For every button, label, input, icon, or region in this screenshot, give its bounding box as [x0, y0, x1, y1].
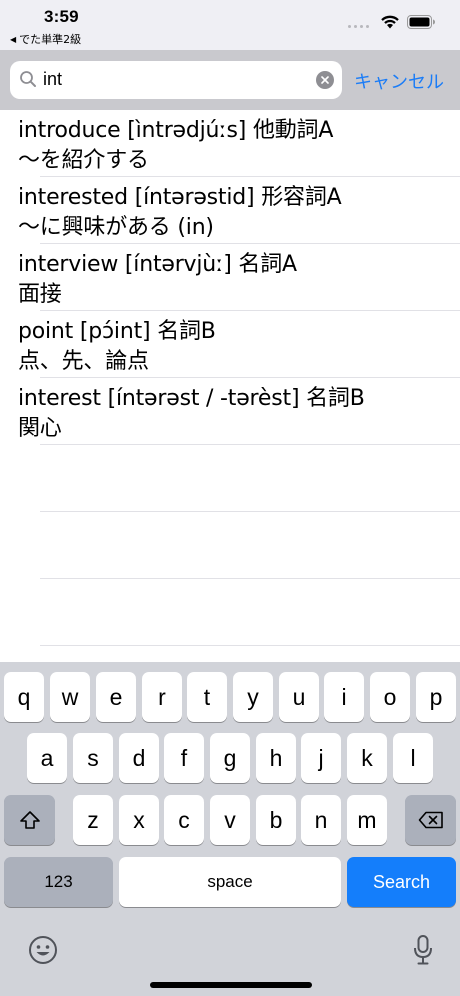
- battery-icon: [407, 14, 435, 29]
- home-indicator: [150, 982, 312, 988]
- shift-arrow-icon: [19, 811, 40, 829]
- key-m[interactable]: m: [347, 795, 387, 845]
- key-s[interactable]: s: [73, 733, 113, 783]
- result-headword: interview [íntərvjùː] 名詞A: [18, 252, 297, 277]
- key-t[interactable]: t: [187, 672, 227, 722]
- emoji-icon[interactable]: [28, 935, 58, 965]
- key-o[interactable]: o: [370, 672, 410, 722]
- result-meaning: 面接: [18, 282, 62, 307]
- numbers-key[interactable]: 123: [4, 857, 113, 907]
- results-list: introduce [ìntrədjúːs] 他動詞A ～を紹介する inter…: [0, 110, 460, 646]
- back-triangle-icon: ◀: [10, 34, 17, 44]
- key-w[interactable]: w: [50, 672, 90, 722]
- key-e[interactable]: e: [96, 672, 136, 722]
- microphone-icon[interactable]: [412, 934, 434, 966]
- empty-row: [0, 445, 460, 512]
- cellular-dots-icon: [348, 25, 369, 28]
- search-bar: int キャンセル: [0, 50, 460, 110]
- key-q[interactable]: q: [4, 672, 44, 722]
- cancel-button[interactable]: キャンセル: [354, 68, 444, 94]
- key-a[interactable]: a: [27, 733, 67, 783]
- result-row[interactable]: point [pɔ́int] 名詞B 点、先、論点: [0, 311, 460, 378]
- status-icons: [348, 14, 436, 29]
- key-n[interactable]: n: [301, 795, 341, 845]
- result-headword: point [pɔ́int] 名詞B: [18, 319, 216, 344]
- result-meaning: ～に興味がある (in): [18, 215, 214, 240]
- result-headword: interest [íntərəst / -tərèst] 名詞B: [18, 386, 365, 411]
- key-b[interactable]: b: [256, 795, 296, 845]
- result-headword: introduce [ìntrədjúːs] 他動詞A: [18, 118, 334, 143]
- shift-key[interactable]: [4, 795, 55, 845]
- search-icon: [20, 71, 36, 87]
- key-f[interactable]: f: [164, 733, 204, 783]
- key-i[interactable]: i: [324, 672, 364, 722]
- status-time: 3:59: [44, 7, 79, 26]
- status-bar: 3:59 ◀ でた単準2級: [0, 0, 460, 50]
- backspace-icon: [418, 811, 443, 829]
- clear-search-button[interactable]: [316, 71, 334, 89]
- key-l[interactable]: l: [393, 733, 433, 783]
- wifi-icon: [381, 15, 399, 29]
- key-k[interactable]: k: [347, 733, 387, 783]
- empty-row: [0, 579, 460, 646]
- clear-x-icon: [321, 76, 329, 84]
- key-c[interactable]: c: [164, 795, 204, 845]
- result-meaning: 関心: [18, 416, 62, 441]
- key-x[interactable]: x: [119, 795, 159, 845]
- back-app-label: でた単準2級: [19, 33, 82, 46]
- result-meaning: 点、先、論点: [18, 349, 149, 374]
- key-p[interactable]: p: [416, 672, 456, 722]
- key-g[interactable]: g: [210, 733, 250, 783]
- key-j[interactable]: j: [301, 733, 341, 783]
- result-row[interactable]: introduce [ìntrədjúːs] 他動詞A ～を紹介する: [0, 110, 460, 177]
- search-key[interactable]: Search: [347, 857, 456, 907]
- key-r[interactable]: r: [142, 672, 182, 722]
- result-row[interactable]: interest [íntərəst / -tərèst] 名詞B 関心: [0, 378, 460, 445]
- result-meaning: ～を紹介する: [18, 148, 149, 173]
- key-v[interactable]: v: [210, 795, 250, 845]
- search-input[interactable]: int: [10, 61, 342, 99]
- space-key[interactable]: space: [119, 857, 341, 907]
- key-u[interactable]: u: [279, 672, 319, 722]
- result-row[interactable]: interested [íntərəstid] 形容詞A ～に興味がある (in…: [0, 177, 460, 244]
- delete-key[interactable]: [405, 795, 456, 845]
- key-h[interactable]: h: [256, 733, 296, 783]
- search-input-value: int: [43, 69, 63, 89]
- key-d[interactable]: d: [119, 733, 159, 783]
- keyboard: q w e r t y u i o p a s d f g h j k l z …: [0, 662, 460, 996]
- key-z[interactable]: z: [73, 795, 113, 845]
- key-y[interactable]: y: [233, 672, 273, 722]
- empty-row: [0, 512, 460, 579]
- result-row[interactable]: interview [íntərvjùː] 名詞A 面接: [0, 244, 460, 311]
- screen: 3:59 ◀ でた単準2級 int キャンセル introduce [ìntrə…: [0, 0, 460, 996]
- result-headword: interested [íntərəstid] 形容詞A: [18, 185, 342, 210]
- back-to-app-link[interactable]: ◀ でた単準2級: [10, 31, 81, 47]
